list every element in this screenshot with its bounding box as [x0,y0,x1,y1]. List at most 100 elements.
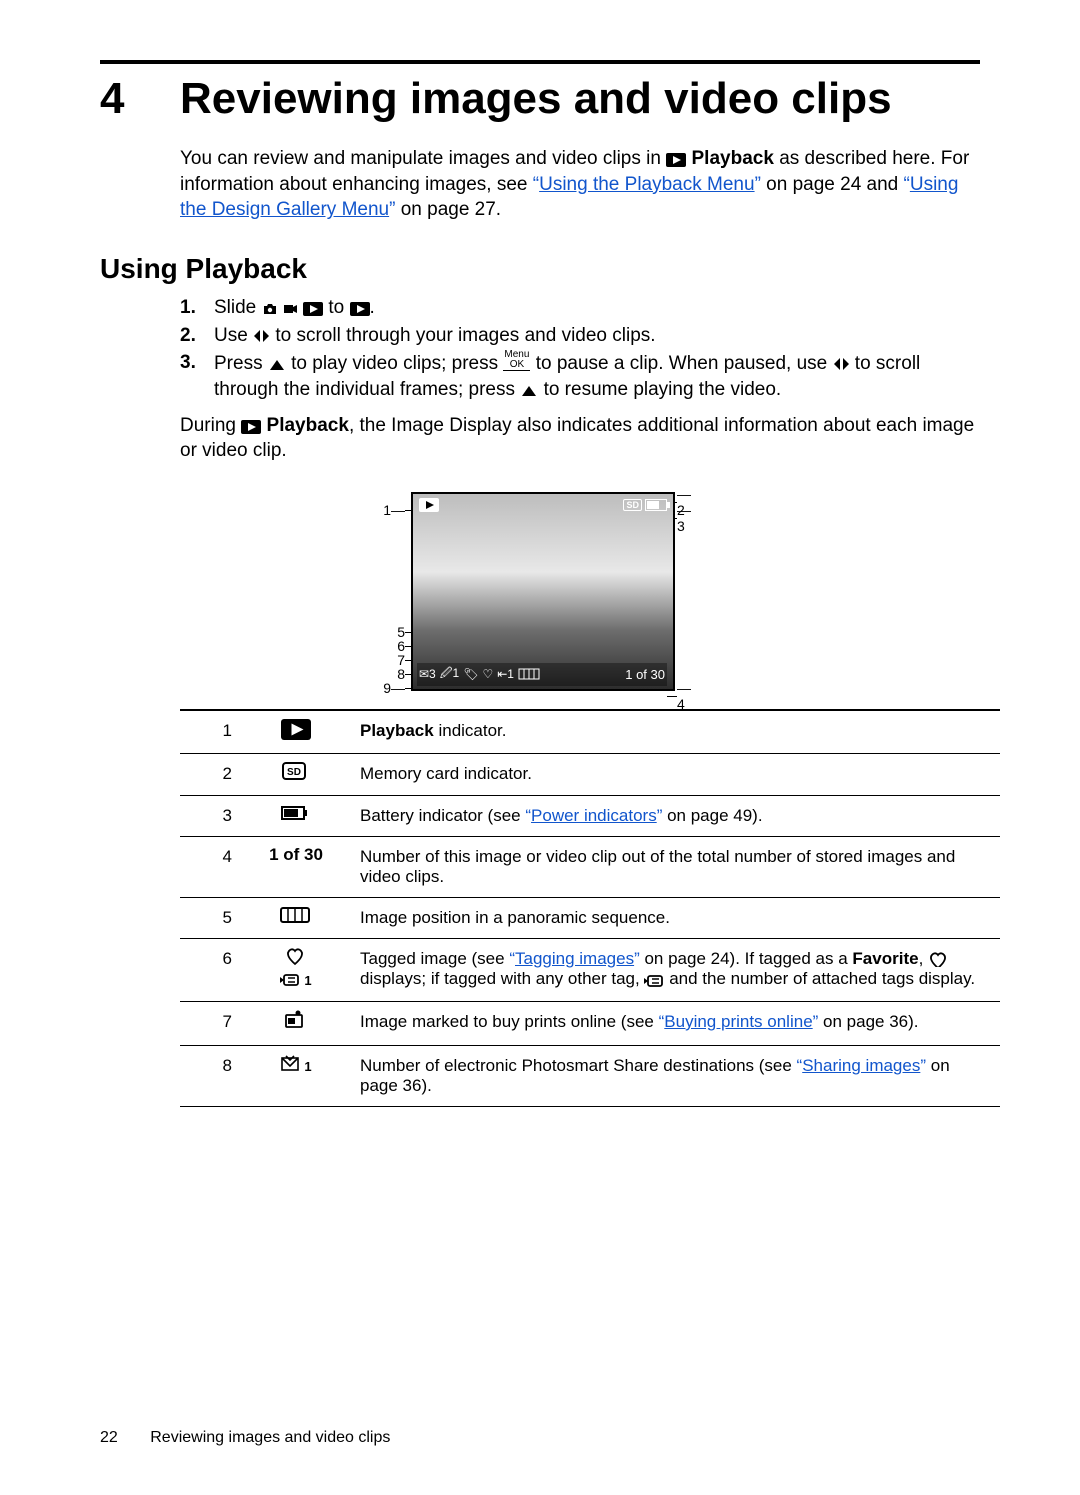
panorama-mini-icon [518,668,540,680]
callout-4: —4 [677,680,697,712]
tag-icon: ⇤1 [497,667,514,681]
figure-top-bar: SD [419,498,667,512]
tag-icon [280,972,302,988]
intro-text-1: You can review and manipulate images and… [180,148,666,169]
table-row: 3 Battery indicator (see “Power indicato… [180,795,1000,836]
top-rule [100,60,980,64]
menu-ok-icon: MenuOK [503,350,530,371]
step-2: Use to scroll through your images and vi… [180,323,980,349]
playback-icon [241,420,261,434]
step3-text-a: Press [214,353,268,374]
row-number: 8 [180,1045,244,1106]
section-heading: Using Playback [100,253,980,285]
share-icon [280,1054,302,1074]
row-desc: Tagged image (see “Tagging images” on pa… [348,938,1000,1001]
link-sharing-images[interactable]: Sharing images [802,1056,920,1075]
row-desc: Playback indicator. [348,710,1000,754]
row-desc: Number of electronic Photosmart Share de… [348,1045,1000,1106]
desc-b: on page 49). [662,806,762,825]
desc-bold: Favorite [852,949,918,968]
step-3: Press to play video clips; press MenuOK … [180,350,980,402]
row-desc: Number of this image or video clip out o… [348,836,1000,897]
heart-icon [928,951,946,967]
desc-a: Number of electronic Photosmart Share de… [360,1056,797,1075]
row-desc: Memory card indicator. [348,753,1000,795]
figure-image: SD ✉3 🖉1 🏷 ♡ ⇤1 1 of 30 [411,492,675,691]
desc-e: and the number of attached tags display. [669,969,975,988]
step1-text-b: to [328,297,349,318]
up-icon [268,358,286,372]
step3-text-c: to pause a clip. When paused, use [536,353,833,374]
desc-b: on page 24). If tagged as a [640,949,853,968]
playback-icon [350,302,370,316]
buy-prints-icon [284,1010,308,1032]
share-count-icon: ✉3 [419,667,436,681]
display-figure: 1— 5 6 7 8 9— —2 —3 —4 SD ✉3 🖉1 🏷 ♡ ⇤1 [375,492,705,691]
row-number: 7 [180,1001,244,1045]
chapter-number: 4 [100,76,152,122]
chapter-title: Reviewing images and video clips [180,76,892,122]
page-footer: 22 Reviewing images and video clips [100,1429,390,1447]
counter-label: 1 of 30 [244,836,348,897]
buy-icon: 🖉1 [440,664,459,685]
page-number: 22 [100,1429,118,1446]
close-quote: ” [755,174,761,195]
table-row: 1 Playback indicator. [180,710,1000,754]
desc-d: displays; if tagged with any other tag, [360,969,644,988]
row-number: 2 [180,753,244,795]
step1-text-c: . [370,297,375,318]
row-number: 1 [180,710,244,754]
table-row: 8 1 Number of electronic Photosmart Shar… [180,1045,1000,1106]
desc-b: on page 36). [818,1012,918,1031]
table-row: 6 1 Tagged image (see “Tagging images” o… [180,938,1000,1001]
figure-bottom-bar: ✉3 🖉1 🏷 ♡ ⇤1 1 of 30 [417,663,667,686]
step2-text-a: Use [214,325,253,346]
post-steps-paragraph: During Playback, the Image Display also … [180,413,980,464]
table-row: 7 Image marked to buy prints online (see… [180,1001,1000,1045]
manual-page: 4 Reviewing images and video clips You c… [0,0,1080,1495]
desc-bold: Playback [360,721,434,740]
callout-1: 1— [375,502,405,518]
tag-count: 1 [304,973,311,988]
camera-icon [262,302,278,316]
step3-text-e: to resume playing the video. [544,379,782,400]
row-number: 3 [180,795,244,836]
playback-label: Playback [692,148,774,169]
chapter-heading: 4 Reviewing images and video clips [100,76,980,122]
desc-a: Tagged image (see [360,949,509,968]
indicators-table: 1 Playback indicator. 2 Memory card indi… [180,709,1000,1107]
intro-text-3: on page 24 and [766,174,903,195]
playback-icon [666,153,686,167]
left-right-icon [833,356,850,372]
row-number: 4 [180,836,244,897]
steps-list: Slide to . Use to scroll through your im… [180,295,980,403]
step-1: Slide to . [180,295,980,321]
desc-rest: indicator. [434,721,507,740]
intro-paragraph: You can review and manipulate images and… [180,146,980,223]
sd-icon: SD [623,499,642,511]
desc-a: Image marked to buy prints online (see [360,1012,659,1031]
step1-text-a: Slide [214,297,262,318]
intro-text-4: on page 27. [395,199,501,220]
video-icon [283,302,298,316]
tag-mini-icon: 🏷 [463,667,478,681]
step2-text-b: to scroll through your images and video … [275,325,655,346]
link-tagging-images[interactable]: Tagging images [515,949,634,968]
share-count: 1 [304,1059,311,1074]
figure-counter: 1 of 30 [625,667,665,682]
table-row: 5 Image position in a panoramic sequence… [180,897,1000,938]
desc-a: Battery indicator (see [360,806,525,825]
link-power-indicators[interactable]: Power indicators [531,806,657,825]
link-buying-prints[interactable]: Buying prints online [664,1012,812,1031]
left-right-icon [253,328,270,344]
table-row: 4 1 of 30 Number of this image or video … [180,836,1000,897]
up-icon [520,384,538,398]
playback-icon [419,498,439,512]
footer-title: Reviewing images and video clips [150,1429,390,1446]
post-text-a: During [180,415,241,436]
callout-9: 9— [375,680,405,696]
link-playback-menu[interactable]: Using the Playback Menu [539,174,754,195]
row-desc: Image marked to buy prints online (see “… [348,1001,1000,1045]
heart-mini-icon: ♡ [482,667,493,681]
battery-icon [281,804,311,822]
